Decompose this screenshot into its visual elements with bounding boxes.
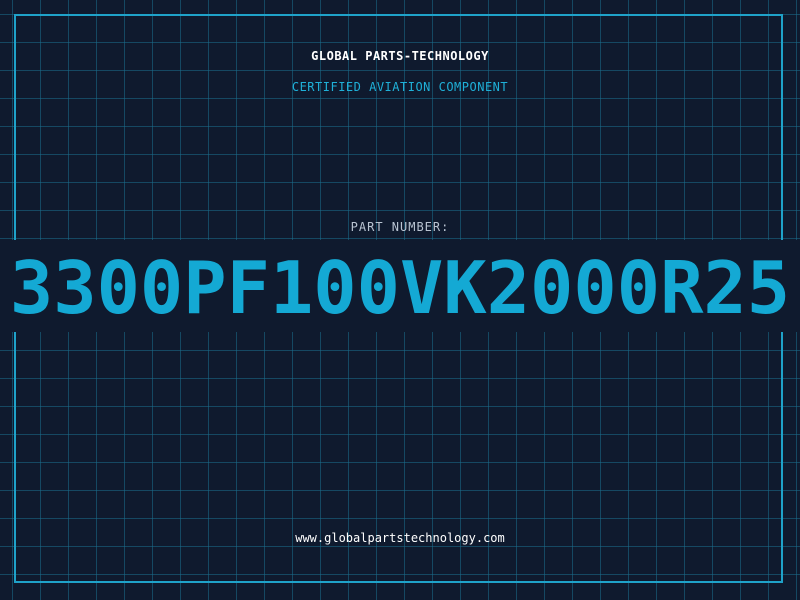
part-number-band: 3300PF100VK2000R25 bbox=[0, 240, 800, 332]
part-number-label: PART NUMBER: bbox=[350, 220, 450, 234]
label-canvas: GLOBAL PARTS-TECHNOLOGY CERTIFIED AVIATI… bbox=[0, 0, 800, 600]
part-number-value: 3300PF100VK2000R25 bbox=[9, 246, 791, 330]
company-name: GLOBAL PARTS-TECHNOLOGY bbox=[311, 49, 489, 63]
tagline: CERTIFIED AVIATION COMPONENT bbox=[291, 80, 509, 94]
website-url: www.globalpartstechnology.com bbox=[295, 531, 505, 545]
